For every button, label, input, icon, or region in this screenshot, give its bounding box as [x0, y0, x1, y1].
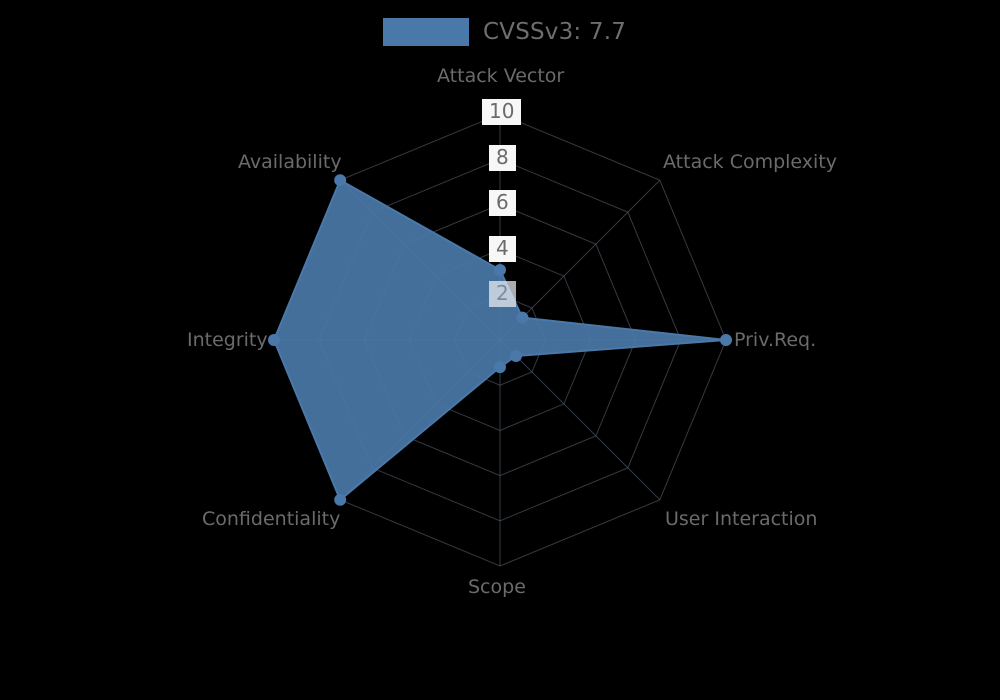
axis-label-integrity: Integrity	[187, 329, 268, 351]
axis-label-attack-complexity: Attack Complexity	[663, 151, 838, 173]
data-point-priv-req	[720, 334, 732, 346]
axis-label-attack-vector: Attack Vector	[437, 65, 565, 87]
axis-label-availability: Availability	[238, 151, 342, 173]
axis-label-scope: Scope	[468, 576, 526, 598]
radial-tick-8: 8	[489, 145, 516, 171]
axis-label-user-interaction: User Interaction	[665, 508, 818, 530]
radial-tick-2: 2	[489, 281, 516, 307]
radial-tick-4: 4	[489, 236, 516, 262]
radial-tick-10: 10	[482, 99, 522, 125]
axis-label-priv-req: Priv.Req.	[734, 329, 817, 351]
radial-tick-6: 6	[489, 190, 516, 216]
data-point-attack-vector	[494, 263, 506, 276]
axis-label-confidentiality: Confidentiality	[202, 508, 341, 530]
data-point-confidentiality	[334, 493, 347, 506]
radar-chart: CVSSv3: 7.7 Attack Vector Attack Complex…	[0, 0, 1000, 700]
data-point-attack-complexity	[516, 311, 529, 324]
data-point-integrity	[268, 334, 280, 346]
data-point-availability	[334, 174, 347, 187]
data-point-scope	[494, 361, 506, 374]
grid-spoke-3	[499, 339, 661, 501]
data-point-user-interaction	[509, 349, 522, 362]
